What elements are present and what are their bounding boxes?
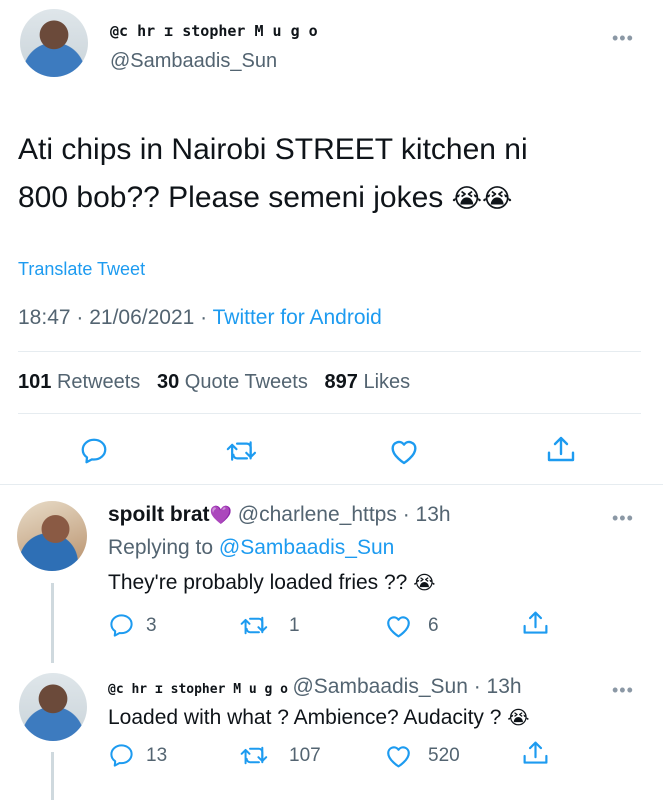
likes-count: 897: [324, 371, 358, 393]
crying-emoji: 😭: [507, 708, 530, 729]
tweet-stats: 101 Retweets 30 Quote Tweets 897 Likes: [18, 371, 410, 394]
retweet-icon[interactable]: [226, 436, 258, 466]
likes-stat[interactable]: 897 Likes: [325, 371, 411, 393]
retweets-count: 101: [18, 371, 52, 393]
like-count: 520: [428, 745, 460, 766]
reply-text: They're probably loaded fries ?? 😭: [108, 571, 435, 595]
reply-display-name[interactable]: spoilt brat: [108, 503, 210, 526]
divider: [18, 351, 641, 352]
retweet-icon[interactable]: [240, 742, 269, 769]
reply-handle-time[interactable]: @Sambaadis_Sun · 13h: [292, 675, 521, 698]
reply-icon[interactable]: [79, 436, 109, 466]
author-avatar[interactable]: [20, 9, 88, 77]
reply-text-body: Loaded with what ? Ambience? Audacity ?: [108, 706, 502, 729]
reply-text: Loaded with what ? Ambience? Audacity ? …: [108, 706, 529, 730]
quotes-label: Quote Tweets: [184, 371, 308, 393]
timestamp: 18:47 · 21/06/2021 ·: [18, 306, 213, 329]
quote-tweets-stat[interactable]: 30 Quote Tweets: [157, 371, 308, 393]
reply-avatar[interactable]: [17, 501, 87, 571]
replying-to-handle[interactable]: @Sambaadis_Sun: [219, 536, 394, 559]
replying-to-label: Replying to: [108, 536, 219, 559]
tweet-meta: 18:47 · 21/06/2021 · Twitter for Android: [18, 306, 382, 330]
share-icon[interactable]: [545, 434, 577, 466]
reply-icon[interactable]: [108, 612, 135, 639]
heart-icon[interactable]: [384, 612, 413, 639]
share-icon[interactable]: [521, 739, 550, 768]
thread-line: [51, 583, 54, 663]
reply-header: @c hr ɪ stopher M u g o @Sambaadis_Sun ·…: [108, 675, 522, 699]
divider: [0, 484, 663, 485]
tweet-text: Ati chips in Nairobi STREET kitchen ni 8…: [18, 126, 528, 222]
retweet-count: 107: [289, 745, 321, 766]
heart-icon[interactable]: [384, 742, 413, 769]
reply-handle-time[interactable]: @charlene_https · 13h: [238, 503, 451, 526]
share-icon[interactable]: [521, 609, 550, 638]
retweets-stat[interactable]: 101 Retweets: [18, 371, 140, 393]
translate-tweet-link[interactable]: Translate Tweet: [18, 259, 145, 280]
reply-count: 13: [146, 745, 168, 766]
retweet-icon[interactable]: [240, 612, 269, 639]
reply-icon[interactable]: [108, 742, 135, 769]
crying-emoji: 😭: [413, 573, 436, 594]
crying-emoji: 😭😭: [451, 183, 513, 213]
reply-text-body: They're probably loaded fries ??: [108, 571, 408, 594]
reply-display-name[interactable]: @c hr ɪ stopher M u g o: [108, 682, 288, 697]
replying-to: Replying to @Sambaadis_Sun: [108, 536, 394, 560]
more-options-icon[interactable]: •••: [612, 28, 634, 49]
more-options-icon[interactable]: •••: [612, 508, 634, 529]
author-display-name[interactable]: @c hr ɪ stopher M u g o: [110, 22, 318, 40]
reply-avatar[interactable]: [19, 673, 87, 741]
tweet-text-line-1: Ati chips in Nairobi STREET kitchen ni: [18, 133, 528, 166]
source-link[interactable]: Twitter for Android: [213, 306, 382, 329]
divider: [18, 413, 641, 414]
reply-header: spoilt brat💜 @charlene_https · 13h: [108, 503, 451, 527]
like-count: 6: [428, 615, 439, 636]
likes-label: Likes: [363, 371, 411, 393]
more-options-icon[interactable]: •••: [612, 680, 634, 701]
quotes-count: 30: [156, 371, 180, 393]
purple-heart-emoji: 💜: [209, 505, 232, 525]
tweet-text-line-2: 800 bob?? Please semeni jokes: [18, 181, 444, 214]
heart-icon[interactable]: [388, 436, 420, 466]
author-handle[interactable]: @Sambaadis_Sun: [110, 50, 277, 73]
retweet-count: 1: [289, 615, 300, 636]
thread-line: [51, 752, 54, 800]
retweets-label: Retweets: [56, 371, 141, 393]
reply-count: 3: [146, 615, 157, 636]
